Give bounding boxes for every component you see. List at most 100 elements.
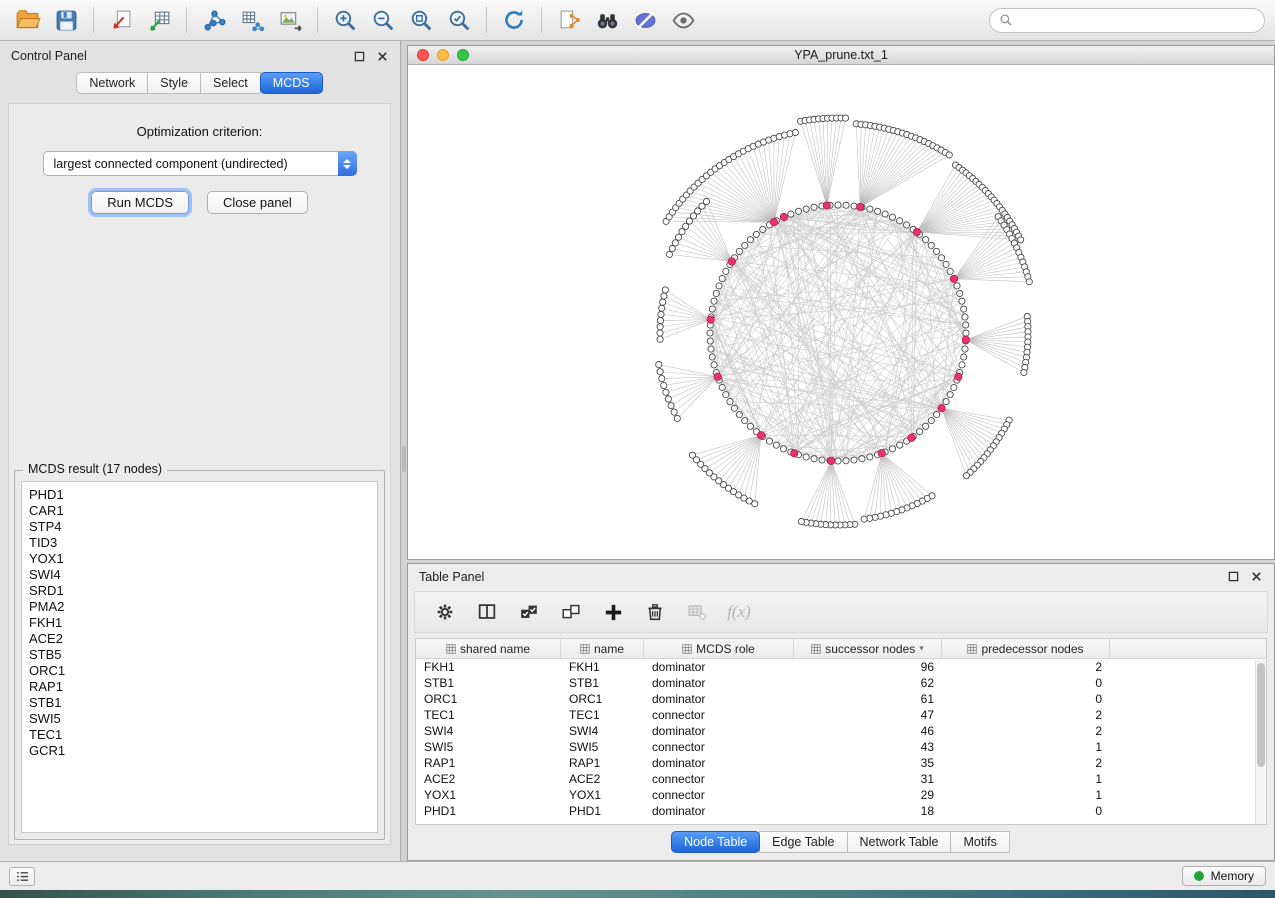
network-node[interactable] [736,248,742,254]
network-window-titlebar[interactable]: YPA_prune.txt_1 [408,46,1274,65]
table-row[interactable]: ACE2ACE2connector311 [416,771,1266,787]
network-node[interactable] [727,398,733,404]
network-node[interactable] [660,299,666,305]
tab-style[interactable]: Style [147,72,201,94]
zoom-out-button[interactable] [365,4,401,36]
mcds-result-item[interactable]: YOX1 [29,551,370,567]
network-node[interactable] [663,389,669,395]
table-row[interactable]: STB1STB1dominator620 [416,675,1266,691]
network-node[interactable] [711,362,717,368]
network-canvas[interactable] [408,65,1274,559]
refresh-layout-button[interactable] [496,4,532,36]
mcds-result-item[interactable]: TEC1 [29,727,370,743]
table-row[interactable]: FKH1FKH1dominator962 [416,659,1266,675]
network-node[interactable] [903,222,909,228]
network-node[interactable] [742,242,748,248]
mcds-result-list[interactable]: PHD1CAR1STP4TID3YOX1SWI4SRD1PMA2FKH1ACE2… [21,481,378,833]
zoom-in-button[interactable] [327,4,363,36]
network-node[interactable] [867,206,873,212]
network-node[interactable] [659,305,665,311]
network-node[interactable] [753,231,759,237]
tab-mcds[interactable]: MCDS [260,72,323,94]
network-node[interactable] [874,208,880,214]
network-node[interactable] [665,396,671,402]
table-row[interactable]: TEC1TEC1connector472 [416,707,1266,723]
dominator-node[interactable] [728,258,735,265]
network-node[interactable] [666,251,672,257]
network-node[interactable] [897,218,903,224]
network-node[interactable] [923,237,929,243]
network-node[interactable] [859,456,865,462]
network-node[interactable] [656,362,662,368]
table-row[interactable]: SWI4SWI4dominator462 [416,723,1266,739]
network-node[interactable] [957,290,963,296]
maximize-window-button[interactable] [457,49,469,61]
network-node[interactable] [928,418,934,424]
open-button[interactable] [10,4,46,36]
network-node[interactable] [747,237,753,243]
column-header-predecessor-nodes[interactable]: predecessor nodes [942,639,1110,658]
new-network-from-table-button[interactable] [234,4,270,36]
network-node[interactable] [773,442,779,448]
network-node[interactable] [795,208,801,214]
network-node[interactable] [708,346,714,352]
network-node[interactable] [661,293,667,299]
network-node[interactable] [842,115,848,121]
import-network-from-file-button[interactable] [103,4,139,36]
network-node[interactable] [1018,237,1024,243]
status-menu-button[interactable] [9,867,35,886]
network-node[interactable] [760,226,766,232]
tab-select[interactable]: Select [200,72,261,94]
table-row[interactable]: ORC1ORC1dominator610 [416,691,1266,707]
network-node[interactable] [672,240,678,246]
scrollbar-thumb[interactable] [1257,663,1265,767]
network-node[interactable] [916,429,922,435]
network-node[interactable] [780,446,786,452]
network-node[interactable] [742,418,748,424]
network-node[interactable] [963,473,969,479]
export-network-button[interactable] [551,4,587,36]
network-node[interactable] [716,283,722,289]
tab-network[interactable]: Network [76,72,148,94]
network-node[interactable] [707,338,713,344]
network-node[interactable] [719,384,725,390]
dominator-node[interactable] [823,202,830,209]
deselect-all-button[interactable] [557,598,585,626]
hide-graphics-details-button[interactable] [627,4,663,36]
mcds-result-item[interactable]: ACE2 [29,631,370,647]
minimize-window-button[interactable] [437,49,449,61]
dominator-node[interactable] [908,434,915,441]
network-node[interactable] [943,398,949,404]
zoom-selected-button[interactable] [441,4,477,36]
network-node[interactable] [709,354,715,360]
network-node[interactable] [934,411,940,417]
network-node[interactable] [811,204,817,210]
dominator-node[interactable] [714,373,721,380]
add-column-button[interactable] [599,598,627,626]
network-node[interactable] [843,202,849,208]
table-row[interactable]: YOX1YOX1connector291 [416,787,1266,803]
network-node[interactable] [851,457,857,463]
network-node[interactable] [803,454,809,460]
mcds-result-item[interactable]: GCR1 [29,743,370,759]
network-node[interactable] [951,384,957,390]
mcds-result-item[interactable]: SWI4 [29,567,370,583]
network-node[interactable] [819,457,825,463]
network-node[interactable] [851,203,857,209]
network-node[interactable] [928,242,934,248]
column-header-successor-nodes[interactable]: successor nodes▾ [794,639,942,658]
network-node[interactable] [736,411,742,417]
network-node[interactable] [723,268,729,274]
mcds-result-item[interactable]: TID3 [29,535,370,551]
network-node[interactable] [923,423,929,429]
network-node[interactable] [803,206,809,212]
dominator-node[interactable] [780,213,787,220]
network-node[interactable] [711,298,717,304]
search-input[interactable] [1019,13,1255,27]
network-node[interactable] [709,306,715,312]
table-tab-node-table[interactable]: Node Table [671,831,760,853]
network-node[interactable] [962,314,968,320]
network-node[interactable] [963,322,969,328]
dominator-node[interactable] [962,336,969,343]
network-node[interactable] [668,402,674,408]
